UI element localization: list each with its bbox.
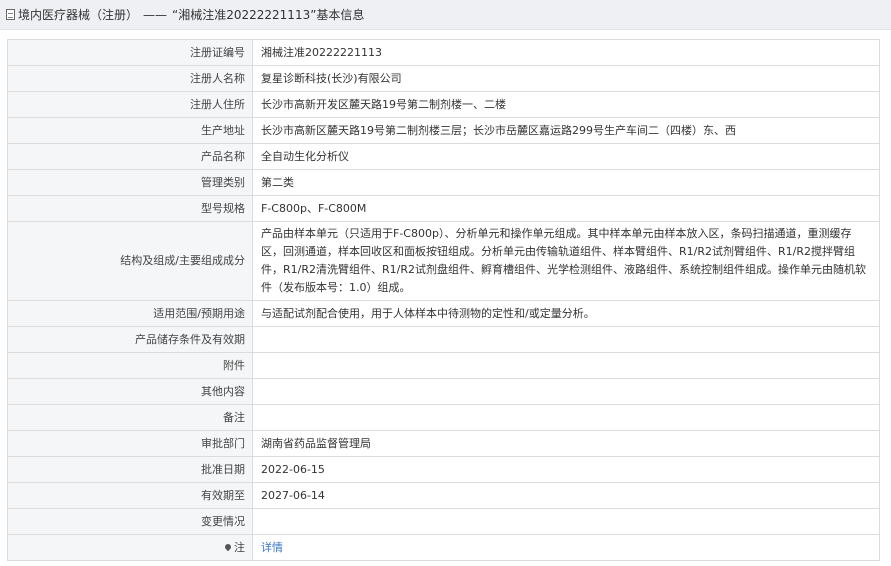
row-label: 适用范围/预期用途	[7, 300, 253, 327]
row-label: 其他内容	[7, 378, 253, 405]
page-header: 境内医疗器械（注册） —— “湘械注准20222221113”基本信息	[0, 0, 891, 30]
row-value: 长沙市高新区麓天路19号第二制剂楼三层；长沙市岳麓区嘉运路299号生产车间二（四…	[252, 117, 880, 144]
row-value	[252, 352, 880, 379]
row-label: 有效期至	[7, 482, 253, 509]
document-icon	[6, 9, 15, 20]
table-row: 备注	[7, 404, 880, 431]
row-value: 2027-06-14	[252, 482, 880, 509]
row-value: 湖南省药品监督管理局	[252, 430, 880, 457]
table-row: 产品名称 全自动生化分析仪	[7, 143, 880, 170]
table-row: 产品储存条件及有效期	[7, 326, 880, 353]
row-value: 湘械注准20222221113	[252, 39, 880, 66]
page-title: “湘械注准20222221113”基本信息	[172, 8, 365, 22]
row-value: 与适配试剂配合使用，用于人体样本中待测物的定性和/或定量分析。	[252, 300, 880, 327]
row-label: 审批部门	[7, 430, 253, 457]
row-value	[252, 378, 880, 405]
table-row: 审批部门 湖南省药品监督管理局	[7, 430, 880, 457]
row-label: 变更情况	[7, 508, 253, 535]
breadcrumb: 境内医疗器械（注册）	[18, 8, 139, 22]
table-row: 生产地址 长沙市高新区麓天路19号第二制剂楼三层；长沙市岳麓区嘉运路299号生产…	[7, 117, 880, 144]
pin-icon	[223, 542, 233, 551]
table-row: 注册证编号 湘械注准20222221113	[7, 39, 880, 66]
row-value: 全自动生化分析仪	[252, 143, 880, 170]
row-value	[252, 508, 880, 535]
row-value	[252, 326, 880, 353]
row-label: 批准日期	[7, 456, 253, 483]
row-value: F-C800p、F-C800M	[252, 195, 880, 222]
row-value	[252, 404, 880, 431]
breadcrumb-separator: ——	[143, 7, 168, 22]
note-label: 注	[234, 540, 245, 554]
row-label: 管理类别	[7, 169, 253, 196]
row-value: 产品由样本单元（只适用于F-C800p）、分析单元和操作单元组成。其中样本单元由…	[252, 221, 880, 301]
table-row: 结构及组成/主要组成成分 产品由样本单元（只适用于F-C800p）、分析单元和操…	[7, 221, 880, 301]
table-row: 有效期至 2027-06-14	[7, 482, 880, 509]
table-row-note: 注 详情	[7, 534, 880, 561]
row-label: 注册证编号	[7, 39, 253, 66]
row-label: 结构及组成/主要组成成分	[7, 221, 253, 301]
row-label: 注册人名称	[7, 65, 253, 92]
row-label-note: 注	[7, 534, 253, 561]
row-label: 备注	[7, 404, 253, 431]
row-value: 复星诊断科技(长沙)有限公司	[252, 65, 880, 92]
row-value: 长沙市高新开发区麓天路19号第二制剂楼一、二楼	[252, 91, 880, 118]
row-label: 注册人住所	[7, 91, 253, 118]
table-row: 其他内容	[7, 378, 880, 405]
row-label: 型号规格	[7, 195, 253, 222]
row-value: 2022-06-15	[252, 456, 880, 483]
details-link[interactable]: 详情	[261, 541, 283, 554]
table-row: 批准日期 2022-06-15	[7, 456, 880, 483]
row-label: 生产地址	[7, 117, 253, 144]
row-label: 附件	[7, 352, 253, 379]
info-table: 注册证编号 湘械注准20222221113 注册人名称 复星诊断科技(长沙)有限…	[7, 39, 880, 561]
row-label: 产品储存条件及有效期	[7, 326, 253, 353]
table-row: 注册人住所 长沙市高新开发区麓天路19号第二制剂楼一、二楼	[7, 91, 880, 118]
row-value-note: 详情	[252, 534, 880, 561]
table-row: 变更情况	[7, 508, 880, 535]
row-value: 第二类	[252, 169, 880, 196]
table-row: 管理类别 第二类	[7, 169, 880, 196]
table-row: 型号规格 F-C800p、F-C800M	[7, 195, 880, 222]
table-row: 注册人名称 复星诊断科技(长沙)有限公司	[7, 65, 880, 92]
table-row: 附件	[7, 352, 880, 379]
row-label: 产品名称	[7, 143, 253, 170]
table-row: 适用范围/预期用途 与适配试剂配合使用，用于人体样本中待测物的定性和/或定量分析…	[7, 300, 880, 327]
